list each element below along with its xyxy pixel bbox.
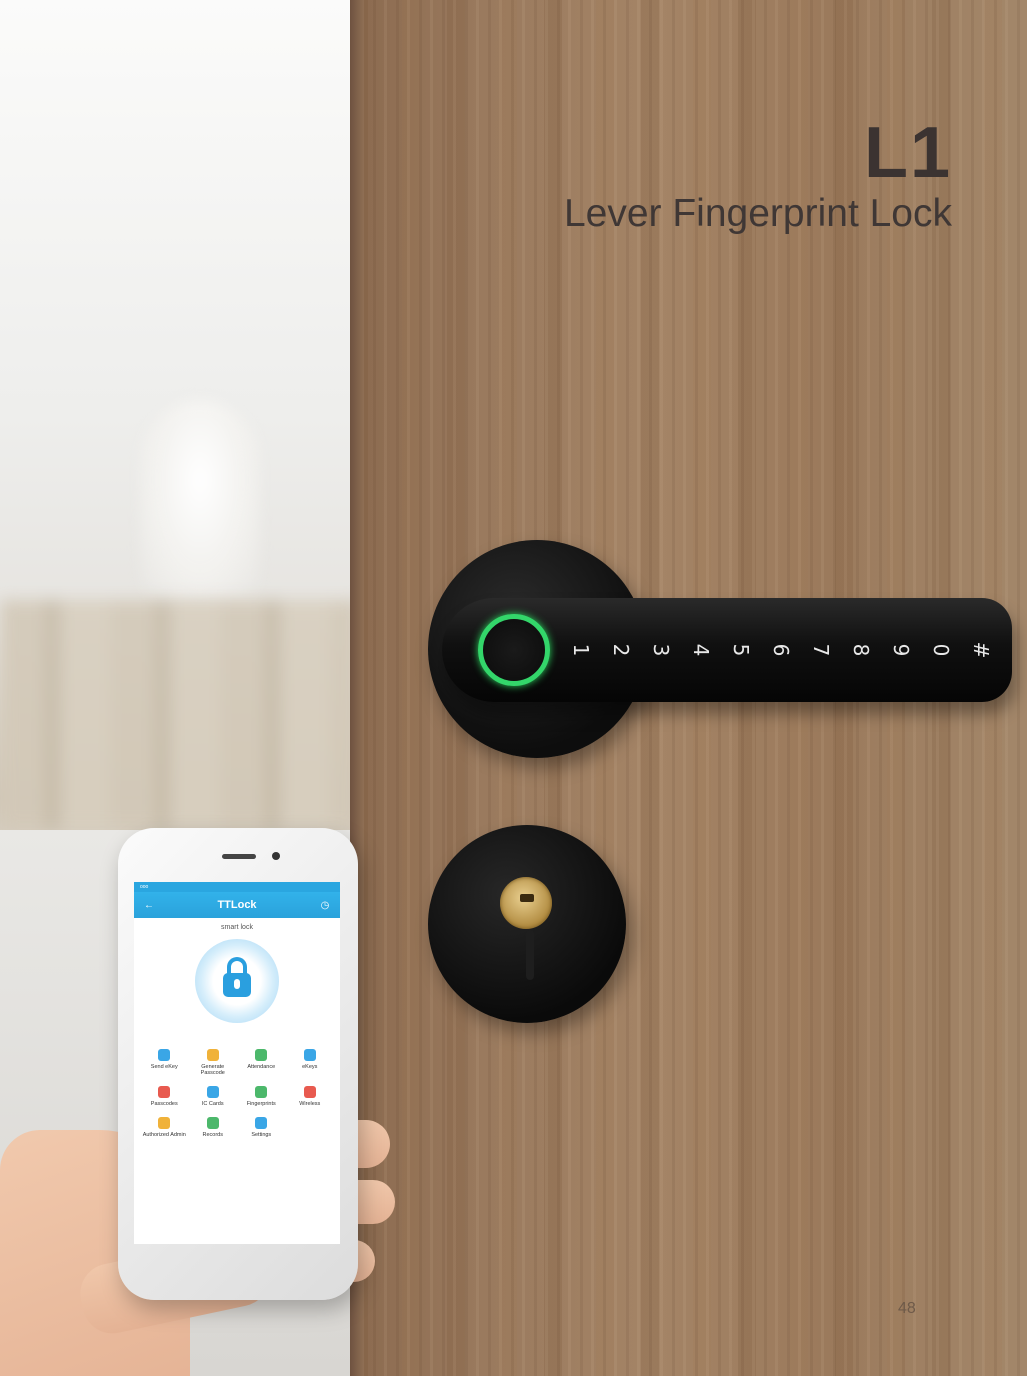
ekeys-icon (303, 1049, 316, 1061)
keypad: 1 2 3 4 5 6 7 8 9 0 # (566, 630, 996, 670)
phone-screen: ooo ← TTLock ◷ smart lock Send eKey Gene… (134, 882, 340, 1244)
feature-label: Generate Passcode (200, 1064, 225, 1076)
feature-generate-passcode[interactable]: Generate Passcode (189, 1049, 238, 1076)
settings-icon (255, 1117, 268, 1129)
passcode-icon (206, 1049, 219, 1061)
send-ekey-icon (158, 1049, 171, 1061)
page-number: 48 (898, 1300, 916, 1317)
smartphone: ooo ← TTLock ◷ smart lock Send eKey Gene… (118, 828, 358, 1300)
feature-attendance[interactable]: Attendance (237, 1049, 286, 1076)
lock-name: smart lock (221, 924, 253, 931)
feature-label: eKeys (302, 1064, 318, 1070)
feature-label: Send eKey (150, 1064, 178, 1070)
sofa-blur (0, 600, 360, 830)
keypad-key: 0 (929, 643, 953, 657)
feature-ekeys[interactable]: eKeys (286, 1049, 335, 1076)
back-icon[interactable]: ← (142, 900, 156, 911)
keyhole-icon (234, 979, 240, 989)
unlock-button[interactable] (195, 939, 279, 1023)
keypad-key: 4 (689, 643, 713, 657)
feature-label: Settings (251, 1132, 272, 1138)
front-camera (272, 852, 280, 860)
deadbolt-turn (526, 930, 534, 980)
app-title: TTLock (217, 899, 257, 911)
product-subtitle: Lever Fingerprint Lock (563, 192, 952, 235)
keypad-key: 5 (729, 643, 753, 657)
feature-label: Attendance (247, 1064, 276, 1070)
model-title: L1 (863, 113, 952, 193)
feature-wireless[interactable]: Wireless (286, 1086, 335, 1107)
feature-settings[interactable]: Settings (237, 1117, 286, 1138)
keypad-key: 8 (849, 643, 873, 657)
feature-label: Records (202, 1132, 223, 1138)
passcodes-icon (158, 1086, 171, 1098)
fingerprint-sensor-icon (478, 614, 550, 686)
feature-ic-cards[interactable]: IC Cards (189, 1086, 238, 1107)
keypad-key: 1 (569, 643, 593, 657)
app-bar: ← TTLock ◷ (134, 892, 340, 918)
keypad-key: 9 (889, 643, 913, 657)
keyslot (520, 894, 534, 902)
feature-label: Authorized Admin (142, 1132, 186, 1138)
feature-authorized-admin[interactable]: Authorized Admin (140, 1117, 189, 1138)
records-icon (206, 1117, 219, 1129)
feature-label: Wireless (299, 1101, 321, 1107)
feature-grid: Send eKey Generate Passcode Attendance e… (134, 1023, 340, 1138)
clock-icon[interactable]: ◷ (318, 900, 332, 911)
keypad-key: 7 (809, 643, 833, 657)
speaker (222, 854, 256, 859)
status-carrier: ooo (140, 884, 149, 890)
attendance-icon (255, 1049, 268, 1061)
keypad-key: 3 (649, 643, 673, 657)
status-bar: ooo (134, 882, 340, 892)
feature-label: Fingerprints (246, 1101, 276, 1107)
wireless-icon (303, 1086, 316, 1098)
feature-label: IC Cards (201, 1101, 224, 1107)
fingerprint-icon (255, 1086, 268, 1098)
admin-icon (158, 1117, 171, 1129)
feature-fingerprints[interactable]: Fingerprints (237, 1086, 286, 1107)
feature-records[interactable]: Records (189, 1117, 238, 1138)
key-cylinder-icon (500, 877, 552, 929)
product-page: L1 Lever Fingerprint Lock 1 2 3 4 5 6 7 … (0, 0, 1027, 1376)
feature-label: Passcodes (150, 1101, 178, 1107)
ic-card-icon (206, 1086, 219, 1098)
feature-passcodes[interactable]: Passcodes (140, 1086, 189, 1107)
lamp-blur (140, 400, 260, 600)
keypad-key: 6 (769, 643, 793, 657)
keypad-key: 2 (609, 643, 633, 657)
feature-send-ekey[interactable]: Send eKey (140, 1049, 189, 1076)
keypad-key: # (969, 641, 993, 659)
